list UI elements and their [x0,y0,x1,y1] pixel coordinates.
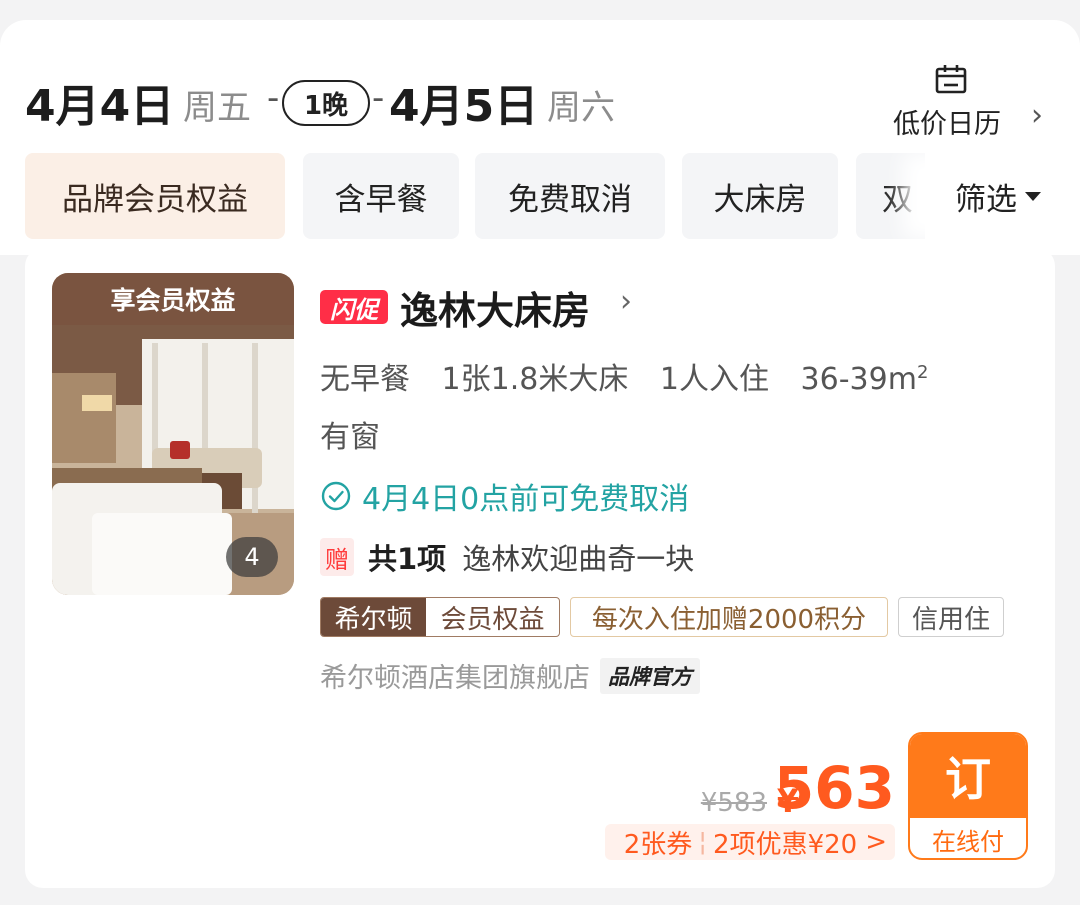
hilton-brand-label: 希尔顿 [321,598,427,636]
gift-count: 共1项 [368,542,447,576]
flash-sale-badge: 闪促 [320,290,388,324]
discount-summary: 2项优惠¥20 [713,829,858,860]
room-title[interactable]: 逸林大床房 [400,280,590,335]
filter-chip-king-bed[interactable]: 大床房 [682,153,838,239]
photo-count-badge: 4 [226,537,278,577]
chevron-right-icon: > [865,827,887,857]
room-specs: 无早餐 1张1.8米大床 1人入住 36-39m2 [320,354,928,398]
filter-chip-bar: 品牌会员权益 含早餐 免费取消 大床房 双 筛选 [25,153,1065,239]
discount-detail-link[interactable]: 2张券 ¦ 2项优惠¥20 > [605,824,895,860]
hilton-member-tag: 希尔顿 会员权益 [320,597,560,637]
book-button[interactable]: 订 在线付 [908,732,1028,860]
filter-chip-free-cancel[interactable]: 免费取消 [475,153,665,239]
caret-down-icon [1025,191,1041,201]
bed-info: 1张1.8米大床 [441,362,629,397]
cancel-policy-text: 4月4日0点前可免费取消 [362,482,690,517]
room-photo[interactable]: 享会员权益 4 [52,273,294,595]
gift-badge: 赠 [320,538,354,576]
breakfast-info: 无早餐 [320,362,410,397]
bonus-points-tag: 每次入住加赠2000积分 [570,597,888,637]
store-name: 希尔顿酒店集团旗舰店 [320,663,590,694]
chevron-right-icon: › [1031,98,1043,133]
store-row: 希尔顿酒店集团旗舰店 品牌官方 [320,656,700,695]
occupancy-info: 1人入住 [659,362,769,397]
coupon-count: 2张券 [623,829,693,860]
credit-stay-tag: 信用住 [898,597,1004,637]
checkout-date[interactable]: 4月5日 [389,70,538,134]
area-value: 36-39m [800,362,917,397]
official-brand-badge: 品牌官方 [600,657,700,694]
date-dash: - [372,78,385,118]
check-circle-icon [321,481,351,511]
coupon-separator: ¦ [698,827,708,857]
current-price: 563 [773,754,895,822]
date-dash: - [267,78,280,118]
book-label: 订 [910,734,1026,818]
chevron-right-icon[interactable]: › [620,284,632,319]
booking-header-panel: 4月4日 周五 - 1晚 - 4月5日 周六 低价日历 › 品牌会员权益 含早餐… [0,20,1080,255]
price-block: ¥583 ¥ 563 2张券 ¦ 2项优惠¥20 > [495,748,895,868]
filter-label: 筛选 [955,181,1017,218]
calendar-icon [935,65,967,94]
gift-item: 逸林欢迎曲奇一块 [462,542,695,576]
area-info: 36-39m2 [801,362,929,397]
room-card[interactable]: 享会员权益 4 闪促 逸林大床房 › 无早餐 1张1.8米大床 1人入住 36-… [25,248,1055,888]
checkin-weekday: 周五 [183,88,251,128]
checkout-weekday: 周六 [547,88,615,128]
gift-row: 赠 共1项 逸林欢迎曲奇一块 [320,536,694,578]
filter-button[interactable]: 筛选 [925,153,1055,239]
calendar-label: 低价日历 [893,109,1001,140]
checkin-date[interactable]: 4月4日 [25,70,174,134]
filter-chip-breakfast[interactable]: 含早餐 [303,153,459,239]
area-unit-superscript: 2 [916,362,929,383]
date-selector[interactable]: 4月4日 周五 - 1晚 - 4月5日 周六 低价日历 › [25,58,1055,140]
room-tags: 希尔顿 会员权益 每次入住加赠2000积分 信用住 [320,597,1040,637]
filter-chip-brand-member[interactable]: 品牌会员权益 [25,153,285,239]
room-title-row[interactable]: 闪促 逸林大床房 › [320,276,1020,336]
member-benefit-label: 会员权益 [440,604,545,635]
low-price-calendar-button[interactable]: 低价日历 › [893,64,1043,140]
free-cancel-policy: 4月4日0点前可免费取消 [320,474,689,518]
pay-online-label: 在线付 [932,827,1004,856]
window-info: 有窗 [320,420,380,455]
member-benefit-tag: 享会员权益 [52,273,294,325]
nights-badge: 1晚 [282,80,370,126]
original-price: ¥583 [700,788,767,818]
